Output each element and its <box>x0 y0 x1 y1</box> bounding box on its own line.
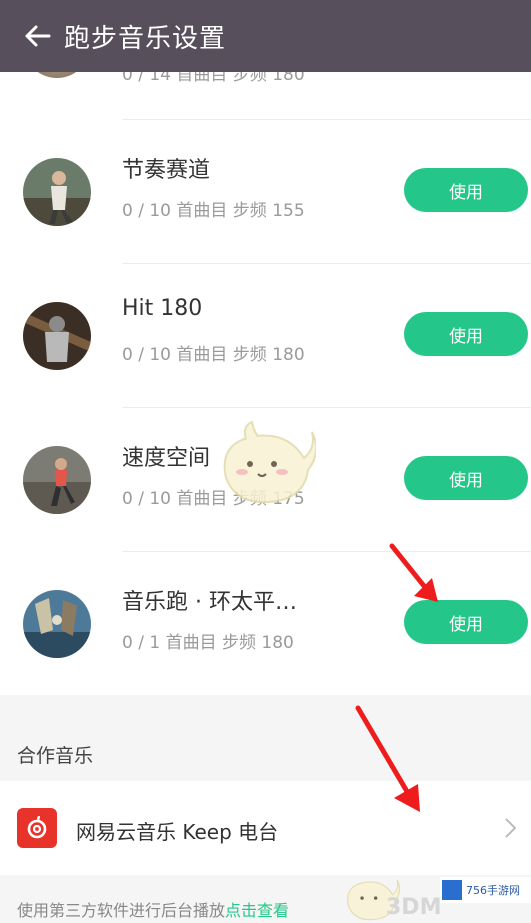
partner-label: 网易云音乐 Keep 电台 <box>76 820 279 844</box>
playlist-row[interactable]: 节奏赛道 0 / 10 首曲目 步频 155 使用 <box>0 120 531 264</box>
watermark-logo: 756手游网 <box>440 877 531 903</box>
playlist-avatar <box>23 302 91 370</box>
playlist-avatar <box>23 158 91 226</box>
playlist-row[interactable]: 音乐跑 · 环太平… 0 / 1 首曲目 步频 180 使用 <box>0 552 531 696</box>
footer-note: 使用第三方软件进行后台播放点击查看 <box>17 901 290 920</box>
watermark-cube-icon <box>442 880 462 900</box>
use-button[interactable]: 使用 <box>404 168 528 212</box>
playlist-avatar <box>23 446 91 514</box>
netease-music-icon <box>17 808 57 848</box>
chevron-right-icon <box>504 817 518 839</box>
playlist-name: 速度空间 <box>122 446 211 471</box>
playlist-name: 节奏赛道 <box>122 158 211 183</box>
section-background <box>0 695 531 781</box>
page-title: 跑步音乐设置 <box>64 23 227 54</box>
playlist-meta: 0 / 1 首曲目 步频 180 <box>122 633 294 653</box>
partner-netease-item[interactable]: 网易云音乐 Keep 电台 <box>0 781 531 875</box>
back-arrow-icon[interactable] <box>22 21 52 51</box>
playlist-meta: 0 / 10 首曲目 步频 180 <box>122 345 305 365</box>
section-title: 合作音乐 <box>17 745 94 767</box>
playlist-row[interactable]: Hit 180 0 / 10 首曲目 步频 180 使用 <box>0 264 531 408</box>
playlist-meta: 0 / 10 首曲目 步频 155 <box>122 201 305 221</box>
app-header: 跑步音乐设置 <box>0 0 531 72</box>
mascot-watermark-icon <box>223 420 316 504</box>
playlist-name: 音乐跑 · 环太平… <box>122 590 297 615</box>
playlist-name: Hit 180 <box>122 296 203 321</box>
use-button[interactable]: 使用 <box>404 600 528 644</box>
use-button[interactable]: 使用 <box>404 456 528 500</box>
view-link[interactable]: 点击查看 <box>225 901 289 920</box>
playlist-avatar <box>23 590 91 658</box>
watermark-3dm-text: 3DM <box>386 895 442 920</box>
use-button[interactable]: 使用 <box>404 312 528 356</box>
